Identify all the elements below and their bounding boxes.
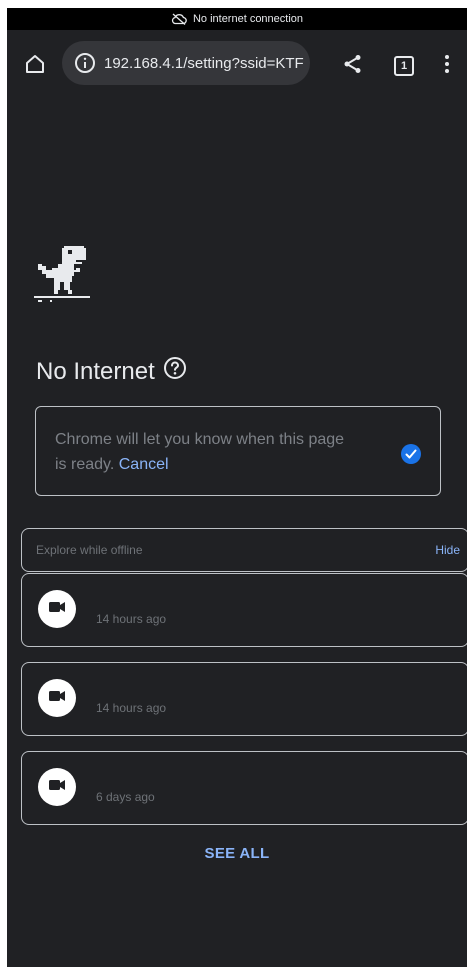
share-button[interactable] bbox=[337, 50, 369, 82]
tab-switcher-button[interactable]: 1 bbox=[388, 50, 420, 82]
hide-button[interactable]: Hide bbox=[435, 543, 460, 557]
offline-item-card[interactable]: 14 hours ago bbox=[21, 573, 467, 647]
url-text[interactable]: 192.168.4.1/setting?ssid=KTF bbox=[104, 55, 304, 72]
home-icon bbox=[23, 52, 47, 81]
home-button[interactable] bbox=[19, 50, 51, 82]
checked-circle-icon bbox=[400, 443, 422, 470]
notify-when-ready-card: Chrome will let you know when this page … bbox=[35, 406, 441, 496]
cloud-off-icon bbox=[171, 13, 187, 25]
explore-offline-header: Explore while offline Hide bbox=[21, 528, 467, 572]
page-title: No Internet bbox=[36, 356, 187, 387]
offline-item-card[interactable]: 6 days ago bbox=[21, 751, 467, 825]
more-vert-icon bbox=[444, 54, 450, 79]
item-time: 14 hours ago bbox=[96, 612, 167, 626]
status-text: No internet connection bbox=[192, 13, 304, 25]
video-camera-icon bbox=[48, 600, 66, 619]
t-rex-dino-icon[interactable] bbox=[34, 246, 94, 307]
tab-count: 1 bbox=[394, 56, 414, 76]
status-bar: No internet connection bbox=[7, 8, 467, 30]
menu-button[interactable] bbox=[435, 50, 459, 82]
video-camera-icon bbox=[48, 689, 66, 708]
help-circle-icon[interactable] bbox=[163, 356, 187, 387]
notify-text: Chrome will let you know when this page … bbox=[55, 431, 345, 473]
cancel-link[interactable]: Cancel bbox=[119, 456, 169, 473]
video-thumbnail bbox=[38, 590, 76, 628]
video-camera-icon bbox=[48, 778, 66, 797]
video-thumbnail bbox=[38, 768, 76, 806]
explore-offline-label: Explore while offline bbox=[36, 543, 143, 557]
address-bar[interactable]: 192.168.4.1/setting?ssid=KTF bbox=[62, 41, 310, 85]
item-time: 14 hours ago bbox=[96, 701, 167, 715]
see-all-button[interactable]: SEE ALL bbox=[7, 845, 467, 862]
info-icon[interactable] bbox=[74, 52, 96, 74]
offline-item-card[interactable]: 14 hours ago bbox=[21, 662, 467, 736]
browser-window: No internet connection 192.168.4.1/setti… bbox=[7, 8, 467, 967]
browser-toolbar: 192.168.4.1/setting?ssid=KTF 1 bbox=[7, 30, 467, 102]
share-icon bbox=[342, 53, 364, 80]
page-title-text: No Internet bbox=[36, 357, 155, 385]
notify-message: Chrome will let you know when this page … bbox=[55, 427, 355, 477]
video-thumbnail bbox=[38, 679, 76, 717]
item-time: 6 days ago bbox=[96, 790, 155, 804]
